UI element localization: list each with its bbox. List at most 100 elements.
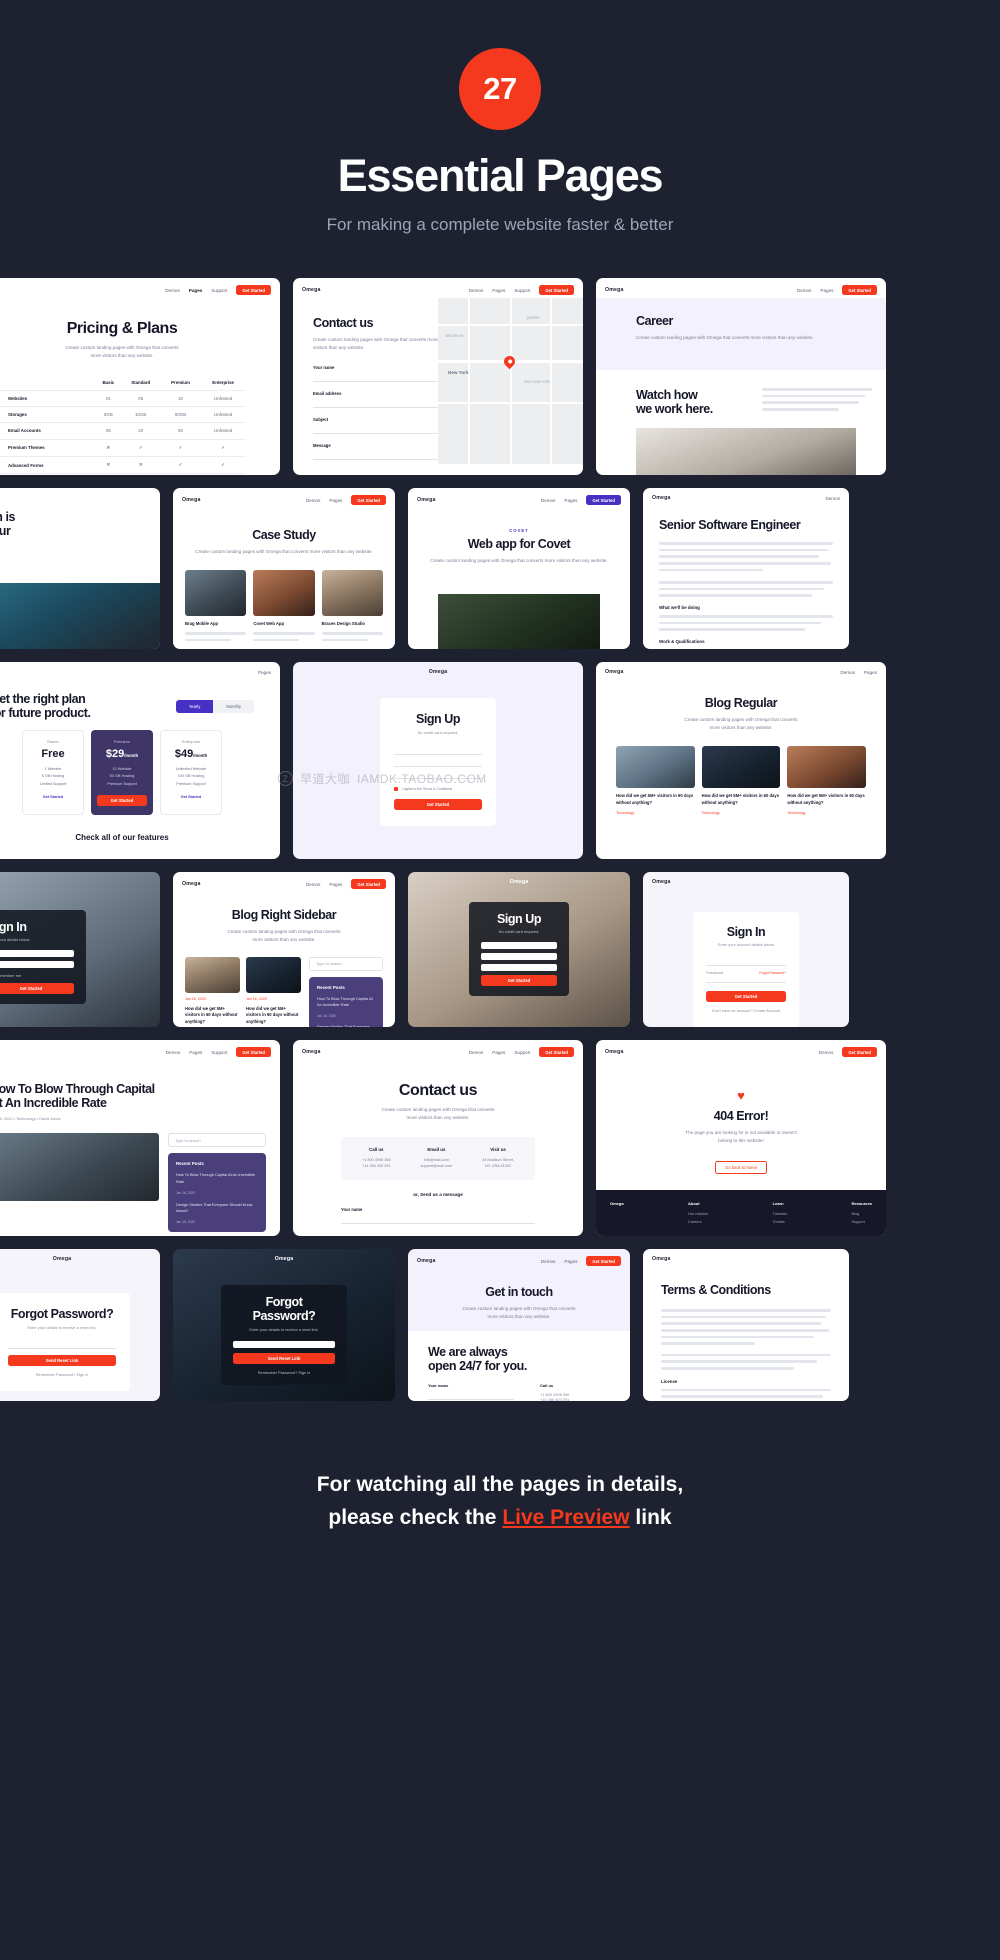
nav-link-pages[interactable]: Pages (329, 882, 342, 887)
input-company-name[interactable] (394, 759, 482, 768)
input-email[interactable] (394, 771, 482, 780)
case-item[interactable]: Brag Mobile App (185, 570, 247, 645)
nav-link-demos[interactable]: Demos (166, 1050, 181, 1055)
live-preview-link[interactable]: Live Preview (502, 1506, 629, 1529)
get-started-button[interactable]: Get Started (236, 1047, 271, 1058)
input[interactable] (313, 400, 438, 408)
nav-link-demos[interactable]: Demos (541, 1259, 556, 1264)
input-your-name[interactable] (394, 747, 482, 756)
nav-link-demos[interactable]: Demos (797, 288, 812, 293)
thumb-forgot-light[interactable]: Omega Forgot Password? Enter your detail… (0, 1249, 160, 1402)
input-password[interactable] (706, 975, 786, 984)
billing-period-toggle[interactable]: Yearly Monthly (175, 699, 254, 713)
get-started-button[interactable]: Get Started (706, 991, 786, 1003)
thumb-about-hero[interactable]: ...ion is ...your r. (0, 488, 160, 650)
case-item[interactable]: Braces Design Studio (321, 570, 383, 645)
nav-link-demos[interactable]: Demos (469, 1050, 484, 1055)
input-email[interactable] (0, 950, 74, 958)
field-email[interactable]: Email address (313, 391, 438, 408)
thumb-case-study[interactable]: Omega Demos Pages Get Started Case Study… (173, 488, 395, 650)
plan-card-enterprise[interactable]: Enterprise $49/month Unlimited Website 1… (160, 730, 222, 815)
thumb-blog-regular[interactable]: Omega Demos Pages Blog Regular Create cu… (596, 662, 886, 860)
get-started-button[interactable]: Get Started (394, 799, 482, 811)
nav-link-demos[interactable]: Demos (306, 882, 321, 887)
nav-link-support[interactable]: Support (514, 288, 530, 293)
get-started-button[interactable]: Get Started (0, 983, 74, 995)
plan-cta[interactable]: Get Started (28, 795, 78, 799)
terms-checkbox-row[interactable]: I agree to the Terms & Conditions (394, 787, 482, 792)
footer-link[interactable]: Support (852, 1220, 865, 1224)
thumb-pricing-cards[interactable]: Omega Pages Get the right plan for futur… (0, 662, 280, 860)
input-your-name[interactable] (341, 1216, 535, 1225)
go-back-home-button[interactable]: Go back to home (715, 1160, 767, 1174)
nav-link-support[interactable]: Support (514, 1050, 530, 1055)
list-item[interactable]: Jan 16, 2020 How did we get 5M+ visitors… (246, 956, 301, 1028)
thumb-sign-in-photo[interactable]: Omega Sign In Enter your details below R… (0, 872, 160, 1028)
get-started-button[interactable]: Get Started (539, 285, 574, 296)
footer-link[interactable]: Tutorials (773, 1212, 787, 1216)
thumb-blog-single[interactable]: Omega Demos Pages Support Get Started Ho… (0, 1040, 280, 1237)
get-started-button[interactable]: Get Started (351, 495, 386, 506)
input-email[interactable] (8, 1341, 116, 1350)
list-item[interactable]: How did we get 5M+ visitors in 60 days w… (701, 746, 781, 815)
input-password[interactable] (0, 961, 74, 969)
toggle-monthly[interactable]: Monthly (213, 699, 254, 713)
thumb-pricing-plans[interactable]: Omega Demos Pages Support Get Started Pr… (0, 278, 280, 476)
thumb-sign-up-photo[interactable]: Omega Sign Up No credit card required. G… (408, 872, 630, 1028)
thumb-career[interactable]: Omega Demos Pages Get Started Career Cre… (596, 278, 886, 476)
field-your-name[interactable]: Your name (313, 365, 438, 382)
sidebar-item-title[interactable]: How To Blow Through Capital At An Incred… (317, 996, 375, 1009)
map-embed[interactable]: New York BROOKLYN EAST NEW YORK QUEENS (438, 298, 583, 465)
input-email[interactable] (706, 958, 786, 967)
list-item[interactable]: Jan 16, 2020 How did we get 5M+ visitors… (185, 956, 240, 1028)
get-started-button[interactable]: Get Started (586, 495, 621, 506)
input-password[interactable] (481, 964, 557, 972)
send-reset-link-button[interactable]: Send Reset Link (233, 1353, 335, 1365)
plan-cta[interactable]: Get Started (97, 794, 147, 806)
sidebar-item-title[interactable]: How To Blow Through Capital At An Incred… (176, 1172, 258, 1185)
get-started-button[interactable]: Get Started (481, 975, 557, 987)
input[interactable] (313, 426, 438, 434)
nav-link-demos[interactable]: Demos (819, 1050, 834, 1055)
thumb-404-error[interactable]: Omega Demos Get Started ♥ 404 Error! The… (596, 1040, 886, 1237)
plan-card-premium[interactable]: Premium $29/month 10 Website 50 GB Hosti… (91, 730, 153, 815)
nav-link-pages[interactable]: Pages (492, 1050, 505, 1055)
input-email[interactable] (481, 953, 557, 961)
nav-link-pages[interactable]: Pages (564, 1259, 577, 1264)
nav-link-pages[interactable]: Pages (258, 670, 271, 675)
thumb-contact-map[interactable]: Omega Demos Pages Support Get Started Co… (293, 278, 583, 476)
case-item[interactable]: Covet Web App (253, 570, 315, 645)
footer-link[interactable]: Careers (688, 1220, 702, 1224)
get-started-button[interactable]: Get Started (351, 879, 386, 890)
create-account-link[interactable]: Don't have an account? Create Account (706, 1008, 786, 1013)
thumb-sign-in-light[interactable]: Omega Sign In Enter your account details… (643, 872, 849, 1028)
nav-link-support[interactable]: Support (211, 1050, 227, 1055)
input[interactable] (313, 452, 438, 460)
nav-link-demos[interactable]: Demos (541, 498, 556, 503)
field-message[interactable]: Message (313, 443, 438, 460)
nav-link-demos[interactable]: Demos (469, 288, 484, 293)
nav-link-pages[interactable]: Pages (564, 498, 577, 503)
signin-link[interactable]: Remember Password? Sign in (233, 1370, 335, 1375)
get-started-button[interactable]: Get Started (586, 1256, 621, 1267)
nav-link-pages[interactable]: Pages (329, 498, 342, 503)
toggle-yearly[interactable]: Yearly (175, 699, 214, 713)
thumb-contact-simple[interactable]: Omega Demos Pages Support Get Started Co… (293, 1040, 583, 1237)
list-item[interactable]: How did we get 5M+ visitors in 60 days w… (616, 746, 695, 815)
get-started-button[interactable]: Get Started (539, 1047, 574, 1058)
plan-card-starter[interactable]: Starter Free 1 Website 5 GB Hosting Limi… (22, 730, 84, 815)
search-input[interactable]: Type to search (309, 956, 383, 971)
input-email[interactable] (233, 1341, 335, 1349)
plan-cta[interactable]: Get Started (166, 795, 216, 799)
signin-link[interactable]: Remember Password? Sign in (8, 1372, 116, 1377)
forgot-password-link[interactable]: Forgot Password? (759, 971, 786, 975)
list-item[interactable]: How did we get 5M+ visitors in 60 days w… (787, 746, 867, 815)
sidebar-item-title[interactable]: Design Studies That Everyone Should Know… (176, 1202, 258, 1215)
thumb-forgot-dark[interactable]: Omega Forgot Password? Enter your detail… (173, 1249, 395, 1402)
checkbox-icon[interactable] (394, 787, 398, 792)
thumb-sign-up-plain[interactable]: Omega Sign Up No credit card required. I… (293, 662, 583, 860)
nav-link-demos[interactable]: Demos (825, 496, 840, 501)
input-your-name[interactable] (481, 942, 557, 950)
nav-link-pages[interactable]: Pages (189, 1050, 202, 1055)
input-your-name[interactable] (428, 1392, 514, 1401)
